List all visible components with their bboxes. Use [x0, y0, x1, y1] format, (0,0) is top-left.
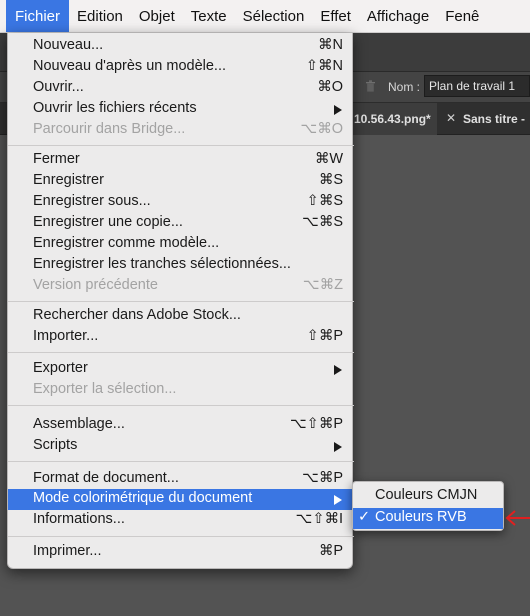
trash-icon[interactable] [365, 80, 376, 92]
menu-item-label: Scripts [33, 437, 78, 453]
artboard-name-field[interactable]: Plan de travail 1 [424, 75, 530, 97]
submenu-item-label: Couleurs CMJN [375, 487, 478, 503]
menu-item-exporter-selection: Exporter la sélection... [8, 380, 354, 401]
menu-item-importer[interactable]: Importer... ⇧⌘P [8, 327, 354, 348]
submenu-arrow-icon [334, 105, 342, 115]
menu-item-label: Enregistrer les tranches sélectionnées..… [33, 256, 291, 272]
menu-affichage[interactable]: Affichage [359, 0, 437, 32]
menu-separator [8, 145, 354, 146]
submenu-item-cmjn[interactable]: Couleurs CMJN [353, 486, 503, 507]
color-mode-submenu: Couleurs CMJN ✓ Couleurs RVB [352, 481, 504, 531]
menu-item-nouveau[interactable]: Nouveau... ⌘N [8, 36, 354, 57]
menu-item-label: Assemblage... [33, 416, 125, 432]
document-tab-label[interactable]: 10.56.43.png* [354, 112, 431, 126]
submenu-arrow-icon [334, 442, 342, 452]
menu-item-shortcut: ⌥⇧⌘I [295, 511, 343, 527]
menu-item-nouveau-modele[interactable]: Nouveau d'après un modèle... ⇧⌘N [8, 57, 354, 78]
menu-fichier[interactable]: Fichier [6, 0, 70, 32]
menu-item-shortcut: ⌘W [314, 151, 343, 167]
menu-item-mode-colorimetrique[interactable]: Mode colorimétrique du document [8, 489, 354, 510]
annotation-arrow-icon [505, 510, 530, 526]
menu-item-shortcut: ⌘P [318, 543, 343, 559]
menu-item-imprimer[interactable]: Imprimer... ⌘P [8, 542, 354, 563]
menu-selection[interactable]: Sélection [235, 0, 313, 32]
menu-separator [8, 536, 354, 537]
menu-bar: Fichier Edition Objet Texte Sélection Ef… [0, 0, 530, 33]
menu-item-format-document[interactable]: Format de document... ⌥⌘P [8, 469, 354, 490]
menu-item-shortcut: ⌥⌘Z [302, 277, 343, 293]
menu-item-label: Enregistrer [33, 172, 104, 188]
menu-item-shortcut: ⌥⌘O [300, 121, 344, 137]
menu-item-label: Rechercher dans Adobe Stock... [33, 307, 241, 323]
menu-item-label: Nouveau d'après un modèle... [33, 58, 227, 74]
menu-item-shortcut: ⌘N [318, 37, 343, 53]
submenu-arrow-icon [334, 495, 342, 505]
close-tab-icon[interactable]: ✕ [446, 111, 456, 125]
fichier-menu: Nouveau... ⌘N Nouveau d'après un modèle.… [7, 33, 354, 569]
menu-item-fermer[interactable]: Fermer ⌘W [8, 150, 354, 171]
menu-item-shortcut: ⇧⌘P [306, 328, 343, 344]
menu-edition[interactable]: Edition [69, 0, 131, 32]
menu-item-label: Exporter la sélection... [33, 381, 177, 397]
menu-item-label: Version précédente [33, 277, 158, 293]
document-tab-untitled[interactable]: Sans titre - [463, 112, 525, 126]
menu-fenetre[interactable]: Fenê [437, 0, 487, 32]
menu-item-shortcut: ⇧⌘N [305, 58, 343, 74]
menu-separator [8, 461, 354, 462]
menu-item-label: Enregistrer comme modèle... [33, 235, 220, 251]
menu-item-fichiers-recents[interactable]: Ouvrir les fichiers récents [8, 99, 354, 120]
menu-item-label: Ouvrir les fichiers récents [33, 100, 197, 116]
menu-item-shortcut: ⌥⌘S [302, 214, 343, 230]
menu-item-shortcut: ⌘S [318, 172, 343, 188]
menu-item-label: Exporter [33, 360, 88, 376]
menu-item-label: Enregistrer sous... [33, 193, 151, 209]
menu-separator [8, 405, 354, 406]
submenu-item-label: Couleurs RVB [375, 509, 467, 525]
menu-item-label: Parcourir dans Bridge... [33, 121, 186, 137]
menu-texte[interactable]: Texte [183, 0, 235, 32]
menu-item-label: Format de document... [33, 470, 179, 486]
menu-item-exporter[interactable]: Exporter [8, 359, 354, 380]
menu-item-shortcut: ⌘O [317, 79, 343, 95]
menu-item-informations[interactable]: Informations... ⌥⇧⌘I [8, 510, 354, 531]
menu-item-ouvrir[interactable]: Ouvrir... ⌘O [8, 78, 354, 99]
menu-item-label: Enregistrer une copie... [33, 214, 183, 230]
menu-item-label: Mode colorimétrique du document [33, 490, 253, 506]
menu-separator [8, 352, 354, 353]
menu-item-label: Informations... [33, 511, 125, 527]
menu-item-enregistrer-modele[interactable]: Enregistrer comme modèle... [8, 234, 354, 255]
menu-item-scripts[interactable]: Scripts [8, 436, 354, 457]
menu-item-enregistrer-tranches[interactable]: Enregistrer les tranches sélectionnées..… [8, 255, 354, 276]
menu-item-version-precedente: Version précédente ⌥⌘Z [8, 276, 354, 297]
checkmark-icon: ✓ [358, 509, 371, 525]
menu-item-adobe-stock[interactable]: Rechercher dans Adobe Stock... [8, 306, 354, 327]
menu-item-shortcut: ⌥⇧⌘P [289, 416, 343, 432]
menu-item-enregistrer-sous[interactable]: Enregistrer sous... ⇧⌘S [8, 192, 354, 213]
menu-item-label: Importer... [33, 328, 99, 344]
menu-objet[interactable]: Objet [131, 0, 183, 32]
menu-item-shortcut: ⌥⌘P [302, 470, 343, 486]
menu-effet[interactable]: Effet [312, 0, 359, 32]
menu-item-label: Ouvrir... [33, 79, 84, 95]
menu-item-shortcut: ⇧⌘S [306, 193, 343, 209]
artboard-name-label: Nom : [388, 80, 421, 94]
menu-item-bridge: Parcourir dans Bridge... ⌥⌘O [8, 120, 354, 141]
menu-item-enregistrer[interactable]: Enregistrer ⌘S [8, 171, 354, 192]
menu-item-assemblage[interactable]: Assemblage... ⌥⇧⌘P [8, 415, 354, 436]
submenu-arrow-icon [334, 365, 342, 375]
menu-item-label: Imprimer... [33, 543, 102, 559]
menu-item-label: Nouveau... [33, 37, 104, 53]
menu-item-enregistrer-copie[interactable]: Enregistrer une copie... ⌥⌘S [8, 213, 354, 234]
menu-separator [8, 301, 354, 302]
submenu-item-rvb[interactable]: ✓ Couleurs RVB [353, 508, 503, 529]
menu-item-label: Fermer [33, 151, 80, 167]
